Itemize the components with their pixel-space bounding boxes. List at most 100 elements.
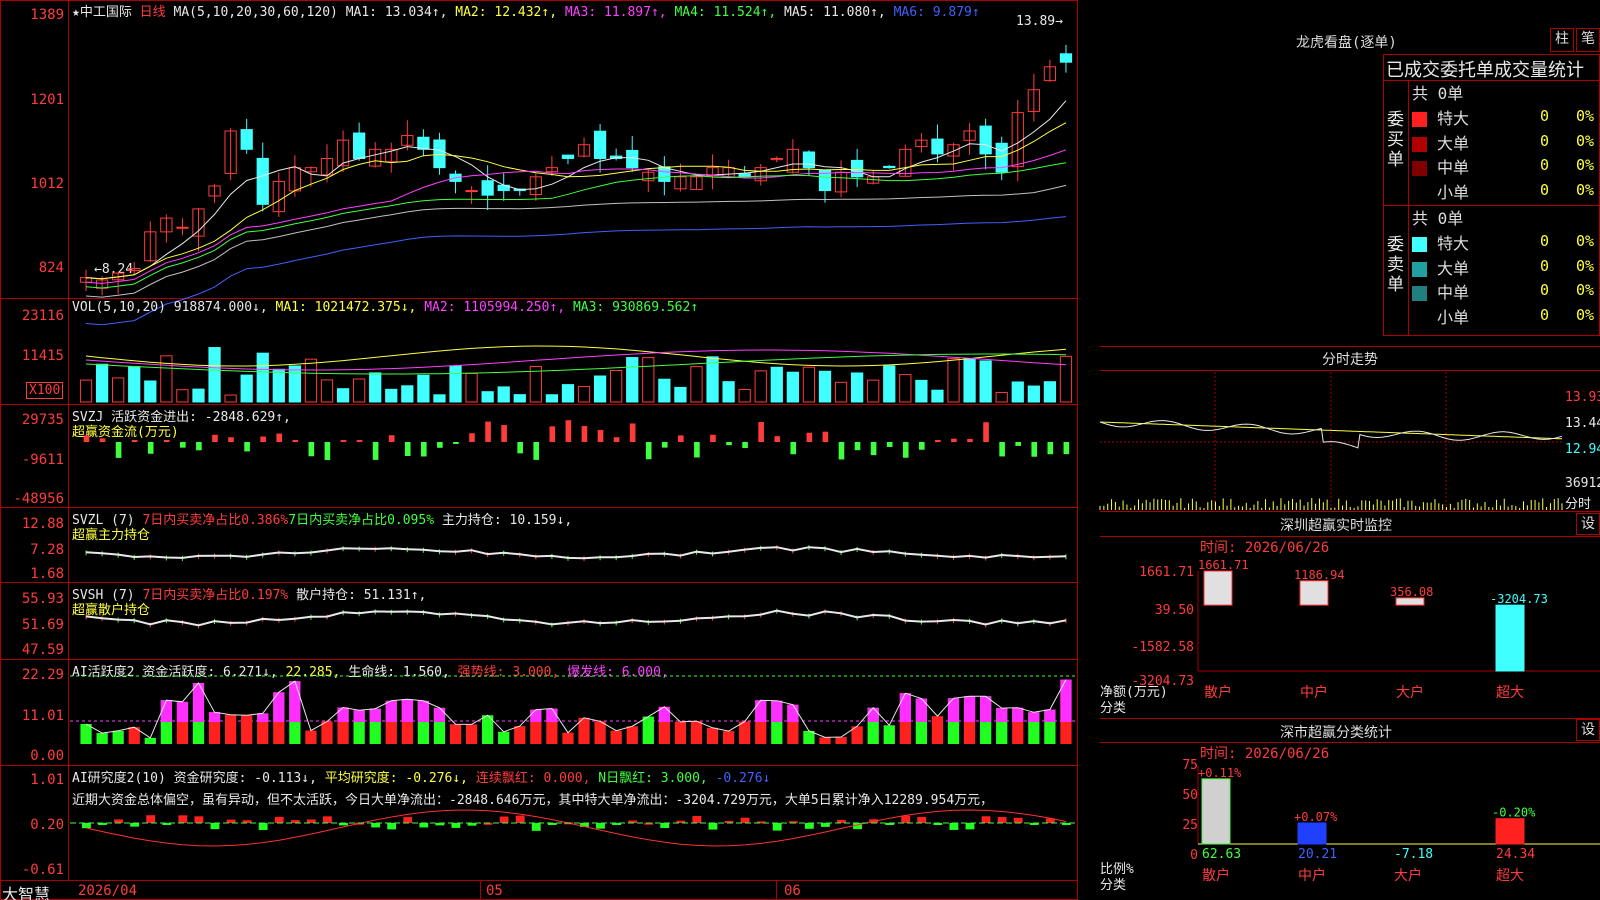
classify-settings-button[interactable]: 设 (1576, 719, 1600, 741)
activity-bar-top (1028, 712, 1040, 722)
monitor-bar (1203, 570, 1233, 606)
month-06-label: 06 (784, 883, 801, 899)
volume-bar (770, 366, 783, 403)
research-bar (387, 823, 397, 830)
volume-bar (883, 365, 896, 403)
research-bar (274, 816, 284, 823)
classify-bar (1201, 778, 1231, 845)
monitor-chart[interactable]: 1661.71 散户 1186.94 中户 356.08 大户 -3204.73 超大 (1197, 555, 1600, 701)
volume-bar (915, 379, 928, 403)
order-row: 特大 (1412, 230, 1469, 254)
research-bar (306, 819, 316, 823)
volume-bar (995, 391, 1008, 403)
volume-bar (834, 381, 848, 403)
activity-bar-top (1012, 707, 1024, 722)
research-bar (371, 823, 381, 828)
brand-label[interactable]: 大智慧 (2, 881, 50, 900)
ai2-research: 资金研究度: -0.113↓, (173, 771, 317, 786)
order-count: 0 (1540, 156, 1550, 174)
candle-body (979, 125, 992, 155)
activity-bar (465, 724, 478, 744)
monitor-ylabel2: 分类 (1100, 701, 1127, 716)
volume-bar (401, 385, 414, 403)
volume-bar (497, 386, 510, 403)
svzj-bar (276, 433, 283, 442)
svzj-bar (356, 440, 363, 442)
svzj-axis-label: 29735 (21, 412, 64, 428)
activity-bar-top (867, 707, 879, 722)
svzj-bar (340, 440, 347, 442)
order-count: 0 (1540, 256, 1550, 275)
candlestick-chart[interactable] (70, 18, 1076, 326)
classify-chart[interactable]: +0.11% 62.63 散户 +0.07% 20.21 中户 -7.18 大户 -0.20% 2… (1197, 762, 1600, 900)
order-row: 小单 (1412, 179, 1469, 203)
svzj-bar (613, 437, 620, 442)
ai-research-chart[interactable] (70, 808, 1076, 878)
monitor-axis: 1661.71 (1139, 565, 1194, 580)
volume-bar (642, 357, 655, 403)
svzj-bar (420, 442, 427, 457)
svzj-axis-label: -9611 (21, 452, 64, 468)
ai2-nday-red: N日飘红: 3.000, (598, 771, 708, 786)
monitor-axis: -1582.58 (1131, 640, 1194, 655)
svzj-bar (694, 442, 700, 458)
svsh-axis-label: 47.59 (21, 642, 64, 658)
svzj-chart[interactable] (70, 420, 1076, 506)
classify-bar (1297, 822, 1327, 845)
volume-bar (593, 375, 607, 403)
svzj-bar (822, 431, 829, 442)
volume-bar (1011, 381, 1024, 403)
research-bar (981, 816, 991, 823)
order-color-swatch (1412, 112, 1427, 127)
volume-bar (353, 378, 366, 403)
monitor-bar (1395, 597, 1425, 606)
order-percent: 0% (1576, 131, 1595, 150)
ai-activity-chart[interactable] (70, 675, 1076, 764)
svzj-bar (645, 442, 652, 460)
vol-header: VOL(5,10,20) 918874.000↓, MA1: 1021472.3… (72, 300, 698, 315)
ai2-header: AI研究度2(10) 资金研究度: -0.113↓, 平均研究度: -0.276… (72, 767, 770, 786)
activity-bar-top (176, 701, 189, 722)
research-bar (949, 823, 959, 830)
volume-ma-line (85, 345, 1067, 367)
research-bar (146, 815, 156, 823)
order-label: 小单 (1437, 307, 1470, 327)
vol-ma2: MA2: 1105994.250↑, (424, 300, 566, 315)
activity-bar-top (160, 700, 172, 722)
volume-bar (481, 391, 494, 403)
activity-bar (931, 716, 944, 744)
vol-ma1: MA1: 1021472.375↓, (275, 300, 417, 315)
volume-bar (369, 372, 382, 403)
svzj-bar (501, 425, 507, 442)
svsh-axis-label: 51.69 (21, 617, 64, 633)
activity-bar (642, 716, 654, 744)
svzj-bar (260, 436, 266, 442)
research-bar (322, 816, 332, 823)
activity-bar-top (401, 699, 413, 722)
ai2-continuous-red: 连续飘红: 0.000, (475, 771, 591, 786)
vdiv (480, 881, 481, 900)
svzj-bar (147, 442, 154, 454)
svsh-axis-label: 55.93 (21, 591, 64, 607)
volume-bar (979, 360, 992, 403)
classify-time: 时间: 2026/06/26 (1200, 746, 1330, 762)
svsh-chart[interactable] (70, 600, 1076, 657)
svzj-bar (437, 442, 443, 448)
activity-bar (321, 721, 333, 744)
volume-bar (272, 368, 285, 403)
monitor-settings-button[interactable]: 设 (1576, 513, 1600, 535)
intraday-chart[interactable] (1099, 372, 1563, 510)
research-bar (804, 823, 814, 829)
activity-bar (449, 724, 462, 744)
volume-bar (1043, 381, 1057, 403)
svzl-chart[interactable] (70, 525, 1076, 580)
volume-bar (899, 374, 912, 403)
tick-mode-button[interactable]: 笔 (1576, 28, 1600, 52)
ai1-axis-label: 11.01 (21, 708, 64, 724)
bar-mode-button[interactable]: 柱 (1550, 28, 1574, 52)
svzj-bar (469, 433, 475, 442)
research-bar (1013, 817, 1023, 823)
order-row: 大单 (1412, 255, 1469, 279)
volume-bar (722, 381, 735, 403)
volume-chart[interactable] (70, 318, 1076, 404)
